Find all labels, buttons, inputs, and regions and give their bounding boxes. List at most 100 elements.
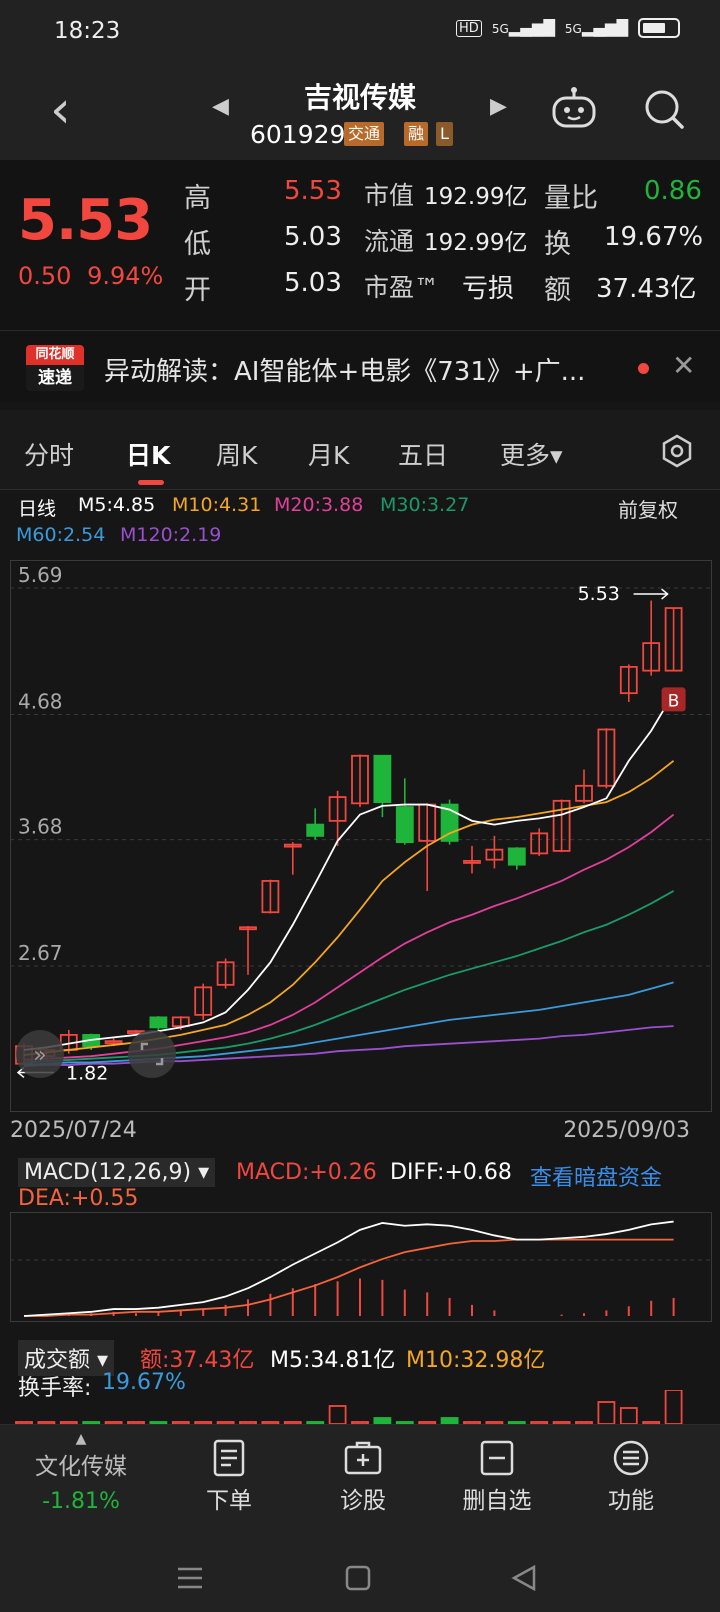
volume-chart: [15, 1390, 683, 1424]
period-tabs: 分时 日K 周K 月K 五日 更多▾: [0, 410, 720, 490]
value-mktcap: 192.99亿: [424, 184, 528, 210]
order-button[interactable]: 下单: [174, 1439, 284, 1515]
value-turnover: 19.67%: [604, 222, 704, 252]
caret-up-icon: ▲: [75, 1431, 87, 1447]
amount-m5: M5:34.81亿: [270, 1348, 396, 1373]
tag-connect: 交通: [344, 122, 385, 146]
news-text[interactable]: 异动解读：AI智能体+电影《731》+广...: [104, 351, 624, 388]
last-price: 5.53: [18, 188, 153, 253]
news-logo: 同花顺 速递: [26, 345, 84, 391]
tab-monthly[interactable]: 月K: [308, 436, 349, 472]
double-chevron-icon: »: [33, 1043, 46, 1068]
label-high: 高: [184, 183, 211, 214]
fullscreen-button: [128, 1030, 176, 1078]
tag-level: L: [436, 122, 453, 146]
dea-line: [24, 1238, 674, 1317]
date-axis: 2025/07/24 2025/09/03: [0, 1118, 720, 1148]
amount-m10: M10:32.98亿: [406, 1348, 546, 1373]
y-tick-label: 2.67: [18, 941, 63, 965]
status-icons: HD 5G▂▄▆█ 5G▂▄▆█: [456, 18, 680, 38]
quote-panel: 5.53 0.50 9.94% 高 低 开 5.53 5.03 5.03 市值 …: [0, 160, 720, 330]
value-high: 5.53: [284, 176, 342, 206]
search-icon[interactable]: [643, 88, 685, 130]
tab-more[interactable]: 更多▾: [500, 436, 563, 472]
volume-bar: [597, 1401, 616, 1424]
volume-bar: [664, 1390, 683, 1424]
ma5-line: [23, 692, 675, 1051]
candle-body: [395, 806, 414, 844]
ma60-value: M60:2.54: [16, 524, 106, 546]
macd-header: MACD(12,26,9) ▾ MACD:+0.26 DIFF:+0.68 查看…: [0, 1150, 720, 1211]
price-change: 0.50 9.94%: [18, 262, 164, 290]
tab-five-day[interactable]: 五日: [398, 436, 448, 472]
candle-body: [306, 823, 325, 837]
candle-body: [507, 847, 526, 866]
stock-name: 吉视传媒: [303, 81, 416, 114]
tab-daily[interactable]: 日K: [126, 436, 170, 472]
home-icon[interactable]: [344, 1564, 372, 1592]
label-amount: 额: [544, 275, 571, 306]
volume-bar: [619, 1407, 638, 1424]
back-nav-icon[interactable]: [510, 1564, 538, 1592]
status-bar: 18:23 HD 5G▂▄▆█ 5G▂▄▆█: [0, 0, 720, 66]
macd-selector[interactable]: MACD(12,26,9) ▾: [18, 1158, 216, 1187]
diagnose-button[interactable]: 诊股: [308, 1439, 418, 1515]
min-price-label: 1.82: [66, 1062, 108, 1084]
status-time: 18:23: [54, 18, 121, 44]
next-stock-button[interactable]: ▶: [490, 94, 507, 119]
buy-signal-label: B: [668, 691, 680, 711]
ma-label: 日线: [18, 498, 57, 520]
adjust-mode[interactable]: 前复权: [618, 494, 678, 523]
candle-body: [373, 754, 392, 803]
sector-button[interactable]: ▲ 文化传媒 -1.81%: [26, 1431, 136, 1514]
news-banner[interactable]: 同花顺 速递 异动解读：AI智能体+电影《731》+广... ✕: [0, 330, 720, 402]
menu-circle-icon: [613, 1440, 649, 1476]
label-mktcap: 市值: [364, 181, 415, 210]
diff-line: [23, 1220, 674, 1317]
label-pe: 市盈™: [364, 273, 440, 302]
y-tick-label: 4.68: [18, 689, 63, 713]
tab-intraday[interactable]: 分时: [24, 436, 74, 472]
remove-watchlist-button[interactable]: 删自选: [442, 1439, 552, 1515]
ma5-value: M5:4.85: [78, 494, 156, 516]
label-float: 流通: [364, 227, 415, 256]
value-pe: 亏损: [462, 274, 515, 304]
y-tick-label: 5.69: [18, 563, 63, 587]
label-volratio: 量比: [544, 183, 598, 214]
document-icon: [213, 1439, 245, 1477]
dea-value: DEA:+0.55: [18, 1186, 139, 1211]
stock-code: 601929: [250, 120, 346, 149]
max-price-label: 5.53: [578, 583, 620, 605]
candle-body: [149, 1016, 168, 1029]
signal-icon: 5G▂▄▆█: [491, 19, 555, 37]
y-tick-label: 3.68: [18, 815, 63, 839]
function-button[interactable]: 功能: [576, 1439, 686, 1515]
robot-assistant-icon[interactable]: [550, 86, 598, 130]
label-open: 开: [184, 275, 211, 306]
ma20-value: M20:3.88: [274, 494, 364, 516]
tag-margin: 融: [404, 122, 429, 146]
ma120-value: M120:2.19: [120, 524, 222, 546]
value-open: 5.03: [284, 268, 342, 298]
tab-weekly[interactable]: 周K: [216, 436, 257, 472]
start-date: 2025/07/24: [10, 1118, 137, 1143]
hd-icon: HD: [456, 19, 482, 37]
close-icon[interactable]: ✕: [672, 349, 695, 382]
active-tab-indicator: [138, 480, 164, 485]
label-low: 低: [184, 229, 211, 260]
bottom-toolbar: ▲ 文化传媒 -1.81% 下单 诊股 删自选 功能: [0, 1424, 720, 1542]
value-volratio: 0.86: [644, 176, 702, 206]
ma30-value: M30:3.27: [380, 494, 470, 516]
recent-apps-icon[interactable]: [176, 1566, 204, 1590]
signal2-icon: 5G▂▄▆█: [564, 19, 628, 37]
kline-chart[interactable]: 5.69 4.68 3.68 2.67 5.53 1.82 B »: [10, 560, 712, 1112]
value-amount: 37.43亿: [596, 274, 697, 304]
macd-value: MACD:+0.26: [236, 1160, 377, 1185]
value-low: 5.03: [284, 222, 342, 252]
end-date: 2025/09/03: [563, 1118, 690, 1143]
ma20-line: [23, 813, 675, 1061]
ma-legend: 日线 M5:4.85 M10:4.31 M20:3.88 M30:3.27 前复…: [0, 490, 720, 552]
macd-chart: [10, 1212, 712, 1322]
dark-pool-link[interactable]: 查看暗盘资金: [530, 1160, 662, 1192]
settings-hex-icon[interactable]: [660, 434, 694, 468]
